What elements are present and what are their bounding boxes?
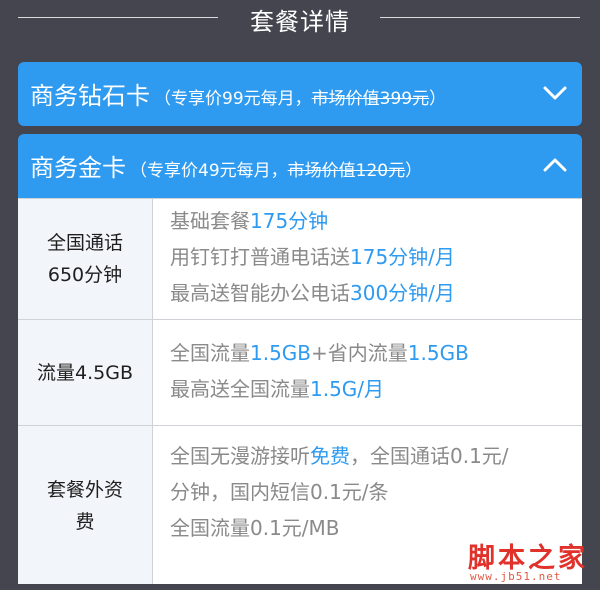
- plan-card-diamond[interactable]: 商务钻石卡 （专享价99元每月，市场价值399元）: [18, 62, 582, 126]
- plan-name: 商务钻石卡: [30, 82, 150, 110]
- page-title: 套餐详情: [250, 8, 350, 36]
- detail-line: 用钉钉打普通电话送175分钟/月: [170, 245, 455, 269]
- plan-original-price: 市场价值120元: [287, 161, 406, 181]
- plan-details-table: 全国通话 650分钟 基础套餐175分钟 用钉钉打普通电话送175分钟/月 最高送…: [18, 198, 582, 584]
- plan-name: 商务金卡: [30, 154, 126, 182]
- section-header: 套餐详情: [0, 0, 600, 40]
- header-divider-right: [380, 17, 580, 18]
- detail-line: 基础套餐175分钟: [170, 209, 329, 233]
- plan-title: 商务金卡 （专享价49元每月，市场价值120元）: [30, 148, 422, 183]
- detail-line: 全国无漫游接听免费，全国通话0.1元/: [170, 444, 509, 468]
- site-watermark: 脚本之家 www.jb51.net: [468, 536, 598, 590]
- detail-line: 最高送智能办公电话300分钟/月: [170, 281, 455, 305]
- chevron-down-icon[interactable]: [542, 82, 568, 104]
- plan-original-price: 市场价值399元: [311, 89, 430, 109]
- plan-promo: （专享价99元每月，市场价值399元）: [154, 89, 447, 109]
- row-details: 基础套餐175分钟 用钉钉打普通电话送175分钟/月 最高送智能办公电话300分…: [170, 199, 575, 323]
- plan-card-header[interactable]: 商务金卡 （专享价49元每月，市场价值120元）: [18, 134, 582, 198]
- row-details: 全国流量1.5GB+省内流量1.5GB 最高送全国流量1.5G/月: [170, 320, 575, 440]
- row-label: 流量4.5GB: [18, 320, 153, 425]
- plan-title: 商务钻石卡 （专享价99元每月，市场价值399元）: [30, 76, 446, 111]
- detail-line: 最高送全国流量1.5G/月: [170, 377, 385, 401]
- table-row: 全国通话 650分钟 基础套餐175分钟 用钉钉打普通电话送175分钟/月 最高送…: [18, 199, 582, 320]
- plan-card-header[interactable]: 商务钻石卡 （专享价99元每月，市场价值399元）: [18, 62, 582, 126]
- row-label: 全国通话 650分钟: [18, 199, 153, 319]
- watermark-url: www.jb51.net: [470, 570, 562, 583]
- chevron-up-icon[interactable]: [542, 154, 568, 176]
- plan-promo: （专享价49元每月，市场价值120元）: [130, 161, 423, 181]
- row-label: 套餐外资费: [18, 426, 153, 584]
- header-divider-left: [18, 17, 218, 18]
- detail-line: 全国流量1.5GB+省内流量1.5GB: [170, 341, 469, 365]
- table-row: 流量4.5GB 全国流量1.5GB+省内流量1.5GB 最高送全国流量1.5G/…: [18, 320, 582, 426]
- plan-card-gold[interactable]: 商务金卡 （专享价49元每月，市场价值120元） 全国通话 650分钟 基础套餐17…: [18, 134, 582, 584]
- detail-line: 分钟，国内短信0.1元/条: [170, 480, 389, 504]
